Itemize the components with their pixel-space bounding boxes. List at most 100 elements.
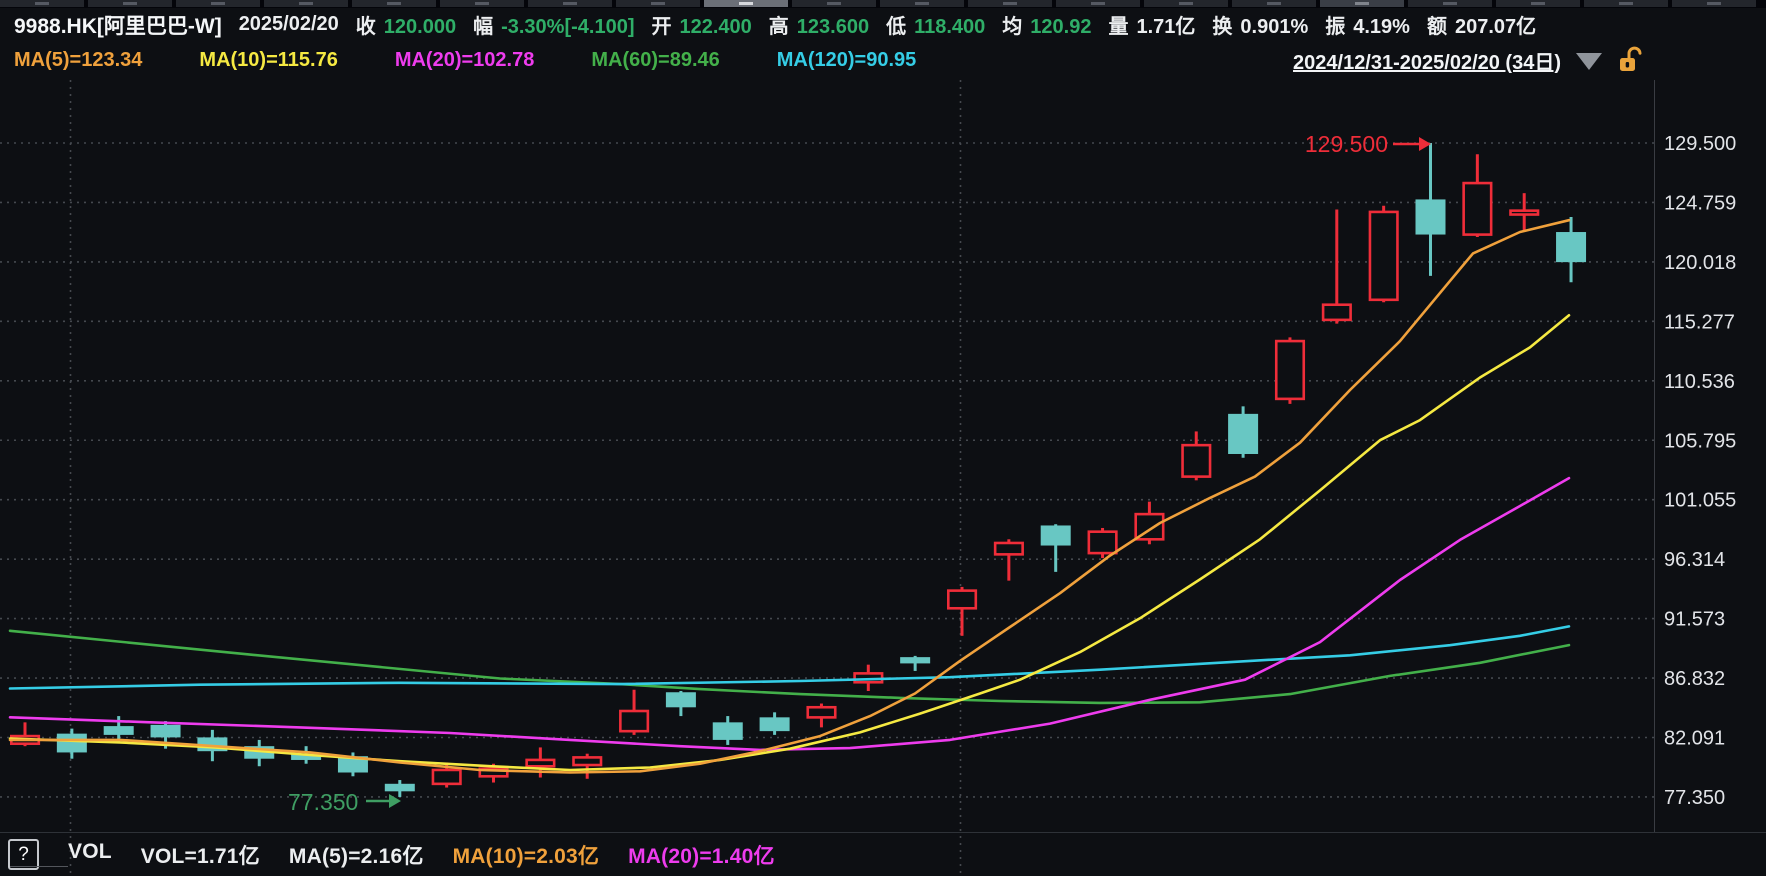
candle[interactable]	[1041, 524, 1071, 572]
quote-field: 幅 -3.30%[-4.100]	[473, 10, 634, 39]
candles-layer	[11, 143, 1586, 797]
period-selector[interactable]: 2024/12/31-2025/02/20 (34日)	[1293, 41, 1643, 79]
period-range-label[interactable]: 2024/12/31-2025/02/20 (34日)	[1293, 46, 1561, 75]
tab-segment[interactable]	[968, 0, 1052, 7]
quote-field-value: 1.71亿	[1136, 10, 1195, 39]
quote-field-label: 幅	[473, 10, 493, 39]
candle[interactable]	[1183, 431, 1211, 480]
lock-open-icon[interactable]	[1617, 46, 1643, 74]
month-dividers-layer	[71, 80, 961, 876]
tab-segment[interactable]	[176, 0, 260, 7]
candle-body	[1183, 445, 1211, 476]
tab-segment[interactable]	[440, 0, 524, 7]
tab-segment[interactable]	[880, 0, 964, 7]
tab-segment[interactable]	[1232, 0, 1316, 7]
candle-body	[527, 760, 555, 766]
quote-field-label: 收	[356, 10, 376, 39]
volume-legend-item: MA(10)=2.03亿	[453, 840, 600, 870]
candle[interactable]	[760, 712, 790, 735]
candle[interactable]	[1370, 206, 1398, 303]
tab-segment[interactable]	[0, 0, 84, 7]
tab-segment-mark	[1179, 2, 1193, 5]
candle[interactable]	[995, 539, 1023, 580]
candle[interactable]	[620, 690, 648, 735]
candle[interactable]	[808, 704, 836, 728]
quote-date: 2025/02/20	[239, 13, 339, 36]
candle[interactable]	[1276, 337, 1304, 403]
y-axis-tick-label: 124.759	[1664, 192, 1736, 214]
candle[interactable]	[1511, 193, 1539, 231]
candle-body	[1416, 199, 1446, 234]
tab-segment[interactable]	[1408, 0, 1492, 7]
tab-segment[interactable]	[1584, 0, 1668, 7]
volume-legend-items: VOLVOL=1.71亿MA(5)=2.16亿MA(10)=2.03亿MA(20…	[68, 840, 775, 870]
tab-segment-mark	[123, 2, 137, 5]
candle[interactable]	[1323, 209, 1351, 323]
quote-field-value: 207.07亿	[1455, 10, 1536, 39]
quote-field: 低 118.400	[886, 10, 985, 39]
candle[interactable]	[574, 754, 602, 779]
candle-body	[1089, 532, 1117, 553]
quote-field-value: 118.400	[914, 16, 985, 39]
tab-segment[interactable]	[704, 0, 788, 7]
tab-segment[interactable]	[616, 0, 700, 7]
tab-segment-mark	[475, 2, 489, 5]
tab-segment[interactable]	[1672, 0, 1756, 7]
tab-segment[interactable]	[792, 0, 876, 7]
tab-segment[interactable]	[528, 0, 612, 7]
tab-segment[interactable]	[1320, 0, 1404, 7]
tab-segment[interactable]	[1144, 0, 1228, 7]
tab-segment[interactable]	[1056, 0, 1140, 7]
candle[interactable]	[666, 691, 696, 716]
candle[interactable]	[713, 716, 743, 745]
tab-segment-mark	[1355, 2, 1369, 5]
ma-lines-layer	[10, 220, 1569, 772]
y-axis-tick-label: 86.832	[1664, 668, 1725, 690]
candle[interactable]	[1228, 406, 1258, 457]
quote-field-label: 低	[886, 10, 906, 39]
candle[interactable]	[11, 722, 39, 746]
candle-body	[713, 722, 743, 740]
candle-body	[1228, 414, 1258, 454]
quote-field-value: 120.92	[1030, 16, 1091, 39]
candle-body	[760, 717, 790, 731]
top-tabs-strip[interactable]	[0, 0, 1766, 8]
candle[interactable]	[1464, 154, 1492, 237]
quote-field-value: -3.30%[-4.100]	[501, 16, 634, 39]
candle[interactable]	[1416, 143, 1446, 276]
ma-legend-item: MA(10)=115.76	[199, 49, 337, 72]
tab-segment-mark	[1531, 2, 1545, 5]
candlestick-chart[interactable]: 129.500124.759120.018115.277110.536105.7…	[0, 80, 1766, 876]
tab-segment[interactable]	[352, 0, 436, 7]
tab-segment[interactable]	[264, 0, 348, 7]
caret-down-icon[interactable]	[1576, 53, 1602, 70]
stock-chart-app: { "quote_bar": { "symbol": "9988.HK[阿里巴巴…	[0, 0, 1766, 876]
y-axis-tick-label: 96.314	[1664, 549, 1725, 571]
tab-segment-mark	[1091, 2, 1105, 5]
high-callout: 129.500	[1305, 131, 1431, 157]
candle-body	[1276, 341, 1304, 399]
candle-body	[620, 711, 648, 731]
high-callout-text: 129.500	[1305, 131, 1388, 157]
quote-field-value: 123.600	[797, 16, 869, 39]
tab-segment-mark	[563, 2, 577, 5]
pane-handle[interactable]	[10, 866, 68, 867]
quote-field: 高 123.600	[769, 10, 869, 39]
candle-body	[57, 734, 87, 753]
candle[interactable]	[900, 656, 930, 671]
ma-legend-items: MA(5)=123.34MA(10)=115.76MA(20)=102.78MA…	[14, 49, 916, 72]
quote-field-label: 高	[769, 10, 789, 39]
quote-field: 均120.92	[1002, 10, 1091, 39]
quote-field-label: 开	[652, 10, 672, 39]
quote-field-label: 振	[1325, 10, 1345, 39]
quote-field: 换0.901%	[1212, 10, 1308, 39]
candle[interactable]	[57, 729, 87, 759]
tab-segment[interactable]	[88, 0, 172, 7]
y-axis-tick-label: 110.536	[1664, 371, 1735, 393]
quote-field: 振4.19%	[1325, 10, 1410, 39]
candle-body	[433, 770, 461, 784]
candle[interactable]	[948, 587, 976, 636]
tab-segment[interactable]	[1496, 0, 1580, 7]
y-axis-tick-label: 82.091	[1664, 728, 1725, 750]
candle[interactable]	[1556, 217, 1586, 282]
